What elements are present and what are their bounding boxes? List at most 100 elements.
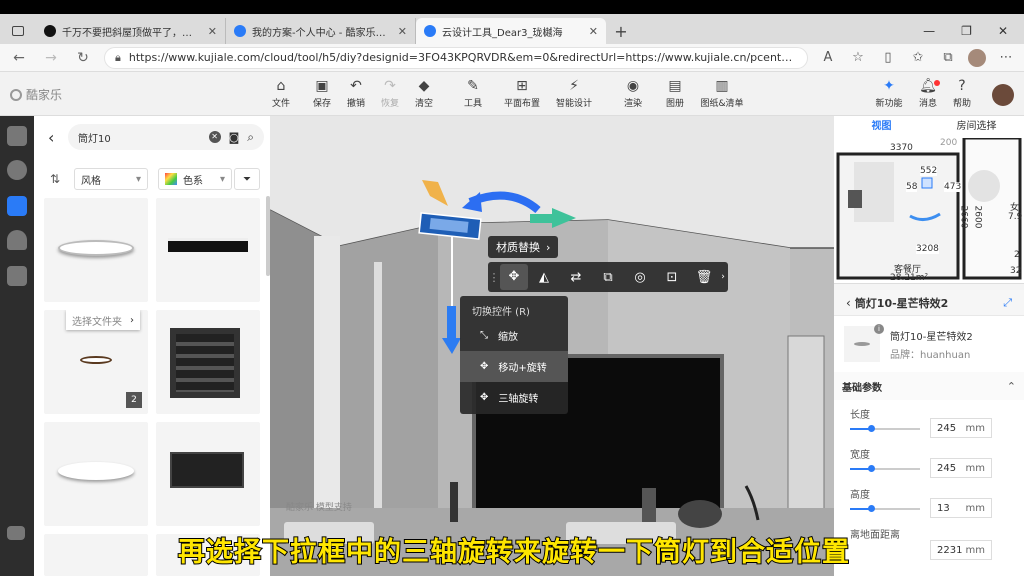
tool-file[interactable]: ⌂ 文件 [259, 78, 303, 109]
tool-label: 清空 [414, 99, 433, 109]
kujiale-logo-icon [10, 88, 22, 101]
floor-plan [836, 138, 1022, 280]
folder-tooltip[interactable]: 选择文件夹 › [66, 310, 140, 330]
user-avatar[interactable] [992, 84, 1014, 106]
store-icon[interactable] [7, 266, 27, 286]
app-logo[interactable]: 酷家乐 [10, 86, 62, 103]
browser-tab-2[interactable]: 我的方案-个人中心 - 酷家乐云设... ✕ [226, 18, 416, 44]
tab-close-icon[interactable]: ✕ [398, 25, 407, 38]
basic-params-header[interactable]: 基础参数 ⌃ [834, 372, 1024, 400]
model-watermark: 酷家乐 模型支持 [286, 503, 352, 513]
cube-icon[interactable] [7, 126, 27, 146]
tool-new-features[interactable]: ✦ 新功能 [867, 78, 911, 109]
tool-drawings[interactable]: ▥ 图纸&清单 [697, 78, 747, 109]
tool-render[interactable]: ◉ 渲染 [611, 78, 655, 109]
duplicate-icon[interactable]: ⧉ [592, 270, 624, 285]
menu-item-three-axis-rotate[interactable]: ✥ 三轴旋转 [460, 382, 568, 413]
color-filter[interactable]: 色系 ▾ [158, 168, 232, 190]
floor-distance-input[interactable]: 2231 mm [930, 540, 992, 560]
split-screen-icon[interactable]: ▯ [878, 50, 898, 65]
chevron-left-icon[interactable]: ‹ [846, 296, 851, 310]
tool-floor-layout[interactable]: ⊞ 平面布置 [500, 78, 544, 109]
close-window-icon[interactable]: ✕ [998, 24, 1008, 38]
collections-icon[interactable]: ⧉ [938, 50, 958, 65]
tab-view[interactable]: 视图 [834, 116, 929, 138]
back-icon[interactable]: ← [8, 50, 30, 66]
library-icon[interactable] [7, 196, 27, 216]
panel-collapse-icon[interactable] [7, 526, 25, 540]
browser-tab-3[interactable]: 云设计工具_Dear3_珑樾海 ✕ [416, 18, 606, 44]
tool-album[interactable]: ▤ 图册 [653, 78, 697, 109]
favorites-icon[interactable]: ✩ [908, 50, 928, 65]
new-tab-icon[interactable]: + [606, 18, 636, 44]
refresh-icon[interactable]: ↻ [72, 50, 94, 66]
slider-knob[interactable] [868, 505, 875, 512]
model-card-3[interactable]: 选择文件夹 › 2 [44, 310, 148, 414]
back-arrow-icon[interactable]: ‹ [48, 128, 54, 147]
maximize-icon[interactable]: ❐ [961, 24, 972, 38]
url-field[interactable]: 🔒︎ https://www.kujiale.com/cloud/tool/h5… [104, 46, 808, 69]
mirror-icon[interactable]: ◭ [528, 270, 560, 285]
read-aloud-icon[interactable]: A [818, 50, 838, 65]
tool-tools[interactable]: ✎ 工具 [451, 78, 495, 109]
tool-smart-design[interactable]: ⚡ 智能设计 [552, 78, 596, 109]
hide-icon[interactable]: ◎ [624, 270, 656, 285]
dim-label: 3208 [916, 244, 939, 254]
model-card-1[interactable] [44, 198, 148, 302]
height-slider[interactable] [850, 505, 920, 512]
bulb-icon[interactable] [7, 160, 27, 180]
search-input[interactable]: 筒灯10 [78, 130, 201, 145]
3d-viewport[interactable]: 材质替换 › ⋮ ✥ ◭ ⇄ ⧉ ◎ ⊡ 🗑︎ › 切换控件 (R) ⤡ 缩放 ✥… [270, 116, 834, 576]
drag-handle-icon[interactable]: ⋮ [488, 271, 500, 284]
minimap[interactable]: 视图 房间选择 3370 200 552 58 473 2660 3208 26… [834, 116, 1024, 284]
model-card-2[interactable] [156, 198, 260, 302]
length-slider[interactable] [850, 425, 920, 432]
model-card-5[interactable] [44, 422, 148, 526]
person-icon[interactable] [7, 230, 27, 250]
move-rotate-control-icon[interactable]: ✥ [500, 264, 528, 290]
minimap-tabs: 视图 房间选择 [834, 116, 1024, 138]
tab-close-icon[interactable]: ✕ [208, 25, 217, 38]
toolbar-more-icon[interactable]: › [720, 272, 726, 282]
profile-avatar[interactable] [968, 48, 986, 67]
style-filter[interactable]: 风格 ▾ [74, 168, 148, 190]
camera-search-icon[interactable]: ◙ [229, 131, 240, 144]
swap-icon[interactable]: ⇄ [560, 270, 592, 285]
menu-item-move-rotate[interactable]: ✥ 移动+旋转 [460, 351, 568, 382]
length-input[interactable]: 245 mm [930, 418, 992, 438]
tab-close-icon[interactable]: ✕ [589, 25, 598, 38]
browser-tab-1[interactable]: 千万不要把斜屋顶做平了，做人... ✕ [36, 18, 226, 44]
height-input[interactable]: 13 mm [930, 498, 992, 518]
tool-help[interactable]: ? 帮助 [940, 78, 984, 109]
tool-label: 智能设计 [555, 99, 592, 109]
material-replace-button[interactable]: 材质替换 › [488, 236, 559, 258]
info-icon[interactable]: i [874, 324, 884, 334]
three-axis-rotate-icon: ✥ [480, 392, 489, 403]
delete-icon[interactable]: 🗑︎ [688, 270, 720, 285]
library-search[interactable]: 筒灯10 ✕ ◙ ⌕ [68, 124, 264, 150]
forward-icon[interactable]: → [40, 50, 62, 66]
model-card-6[interactable] [156, 422, 260, 526]
more-icon[interactable]: ⋯ [996, 50, 1016, 65]
tab-actions-icon[interactable] [0, 18, 36, 44]
width-slider[interactable] [850, 465, 920, 472]
grille-light-thumbnail [170, 328, 240, 398]
filter-button[interactable]: ⏷ [234, 168, 260, 190]
menu-item-scale[interactable]: ⤡ 缩放 [460, 320, 568, 351]
clear-search-icon[interactable]: ✕ [208, 131, 221, 143]
dim-label: 58 [906, 182, 918, 192]
model-card-4[interactable] [156, 310, 260, 414]
lock-icon[interactable]: ⊡ [656, 270, 688, 285]
tab-room-select[interactable]: 房间选择 [929, 116, 1024, 138]
count-badge: 2 [126, 392, 142, 408]
tool-clear[interactable]: ◆ 清空 [402, 78, 446, 109]
width-input[interactable]: 245 mm [930, 458, 992, 478]
sort-icon[interactable]: ⇅ [50, 172, 60, 186]
favorite-star-icon[interactable]: ☆ [848, 50, 868, 65]
slider-knob[interactable] [868, 465, 875, 472]
expand-icon[interactable]: ⤢ [1003, 296, 1012, 310]
search-icon[interactable]: ⌕ [247, 130, 254, 145]
slider-knob[interactable] [868, 425, 875, 432]
tool-label: 文件 [271, 99, 290, 109]
minimize-icon[interactable]: — [923, 24, 935, 38]
